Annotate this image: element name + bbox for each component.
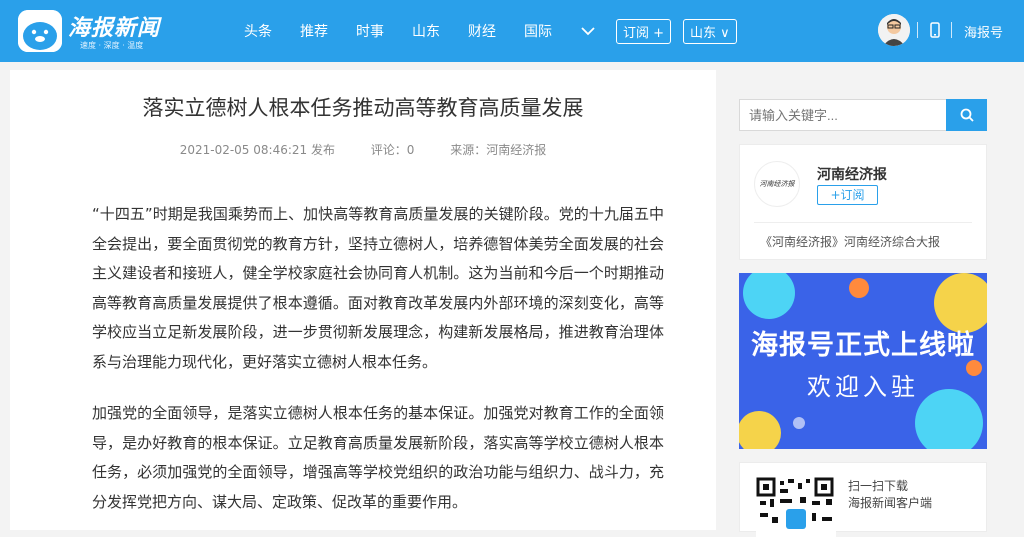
source-name[interactable]: 河南经济报 xyxy=(817,164,887,184)
comment-count[interactable]: 评论：0 xyxy=(371,143,415,157)
qr-caption-app: 海报新闻客户端 xyxy=(848,496,933,510)
avatar[interactable] xyxy=(878,14,910,46)
article-panel: 落实立德树人根本任务推动高等教育高质量发展 2021-02-05 08:46:2… xyxy=(10,70,716,530)
nav-item-shandong[interactable]: 山东 xyxy=(412,21,440,41)
article-source: 来源：河南经济报 xyxy=(450,143,547,157)
nav-item-finance[interactable]: 财经 xyxy=(468,21,496,41)
nav-item-recommend[interactable]: 推荐 xyxy=(300,21,328,41)
banner-subtitle: 欢迎入驻 xyxy=(807,373,919,401)
article-meta: 2021-02-05 08:46:21 发布 评论：0 来源：河南经济报 xyxy=(10,141,716,158)
chevron-down-icon[interactable] xyxy=(580,23,596,39)
mobile-phone-icon[interactable] xyxy=(930,22,940,38)
source-description: 《河南经济报》河南经济综合大报 xyxy=(760,235,941,249)
source-card: 河南经济报 河南经济报 +订阅 《河南经济报》河南经济综合大报 xyxy=(739,144,987,260)
article-title: 落实立德树人根本任务推动高等教育高质量发展 xyxy=(142,96,584,120)
haibao-account-link[interactable]: 海报号 xyxy=(964,22,1003,41)
top-header: 海报新闻 速度 · 深度 · 温度 头条 推荐 时事 山东 财经 国际 订阅 +… xyxy=(0,0,1024,62)
logo-tagline: 速度 · 深度 · 温度 xyxy=(80,41,144,50)
publish-time: 2021-02-05 08:46:21 发布 xyxy=(179,143,335,157)
header-divider xyxy=(917,22,918,38)
app-download-card: 扫一扫下载 海报新闻客户端 xyxy=(739,462,987,537)
app-logo-icon[interactable] xyxy=(18,10,62,52)
search-bar xyxy=(739,99,987,131)
source-logo[interactable]: 河南经济报 xyxy=(754,161,800,207)
header-divider xyxy=(951,22,952,38)
divider xyxy=(754,222,972,223)
region-select[interactable]: 山东 ∨ xyxy=(683,18,737,44)
source-logo-text: 河南经济报 xyxy=(759,180,795,188)
qr-code-icon[interactable] xyxy=(756,477,836,537)
subscribe-button[interactable]: 订阅 + xyxy=(616,18,672,44)
main-nav: 头条 推荐 时事 山东 财经 国际 订阅 + 山东 ∨ xyxy=(230,0,743,62)
logo-title[interactable]: 海报新闻 xyxy=(68,10,160,42)
article-paragraph: 加强党的全面领导，是落实立德树人根本任务的基本保证。加强党对教育工作的全面领导，… xyxy=(92,404,664,511)
search-button[interactable] xyxy=(946,99,987,131)
qr-caption: 扫一扫下载 xyxy=(848,479,909,493)
article-paragraph: “十四五”时期是我国乘势而上、加快高等教育高质量发展的关键阶段。党的十九届五中全… xyxy=(92,205,664,371)
nav-item-current-affairs[interactable]: 时事 xyxy=(356,21,384,41)
source-subscribe-button[interactable]: +订阅 xyxy=(817,185,878,205)
article-body: “十四五”时期是我国乘势而上、加快高等教育高质量发展的关键阶段。党的十九届五中全… xyxy=(92,200,664,517)
banner-title: 海报号正式上线啦 xyxy=(751,330,975,361)
nav-item-international[interactable]: 国际 xyxy=(524,21,552,41)
search-icon xyxy=(960,108,974,122)
nav-item-headlines[interactable]: 头条 xyxy=(244,21,272,41)
haibao-banner[interactable]: 海报号正式上线啦 欢迎入驻 xyxy=(739,273,987,449)
search-input[interactable] xyxy=(739,99,947,131)
